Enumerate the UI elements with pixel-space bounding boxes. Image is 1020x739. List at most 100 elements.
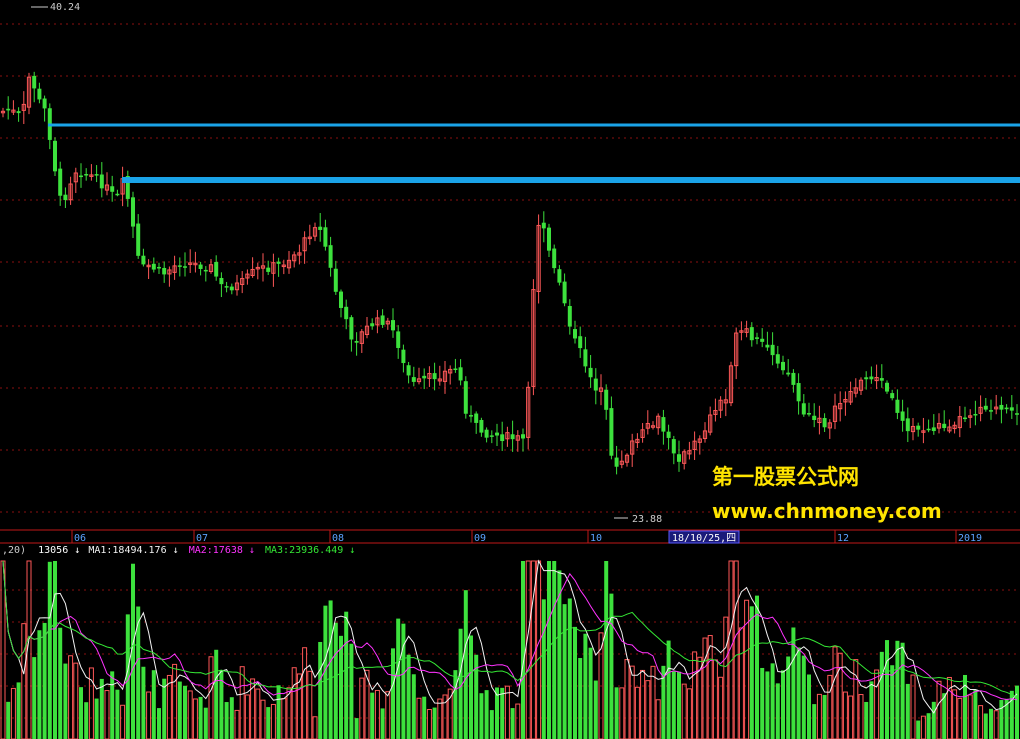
watermark-title: 第一股票公式网 bbox=[712, 465, 859, 489]
volume-bar bbox=[84, 702, 89, 739]
volume-bar bbox=[864, 701, 869, 739]
volume-bar bbox=[765, 671, 770, 739]
candle-body bbox=[219, 277, 224, 285]
volume-bar bbox=[453, 670, 458, 739]
candle-body bbox=[401, 349, 406, 364]
volume-bar bbox=[858, 694, 864, 739]
volume-bar bbox=[120, 704, 126, 739]
month-label: 2019 bbox=[958, 533, 982, 544]
candle-body bbox=[489, 435, 494, 437]
candle-body bbox=[328, 245, 333, 268]
candle-body bbox=[370, 323, 375, 327]
volume-bar bbox=[666, 640, 671, 739]
candle-body bbox=[157, 266, 161, 269]
candle-body bbox=[406, 365, 411, 376]
volume-bar bbox=[16, 682, 21, 739]
volume-bar bbox=[296, 673, 302, 739]
volume-bar bbox=[307, 670, 313, 739]
volume-bar bbox=[525, 560, 531, 739]
candle-body bbox=[588, 367, 593, 378]
month-label: 09 bbox=[474, 533, 486, 544]
volume-bar bbox=[469, 635, 473, 739]
volume-bar bbox=[567, 598, 572, 739]
candle-body bbox=[770, 344, 775, 356]
candle-body bbox=[755, 337, 759, 339]
volume-bar bbox=[999, 700, 1004, 739]
candle-body bbox=[115, 193, 120, 196]
volume-bar bbox=[629, 665, 635, 739]
volume-bar bbox=[952, 689, 958, 739]
candle-body bbox=[614, 457, 619, 467]
volume-bar bbox=[692, 651, 698, 739]
candle-body bbox=[760, 338, 765, 342]
candle-body bbox=[562, 281, 567, 304]
watermark-url: www.chnmoney.com bbox=[712, 499, 942, 523]
candle-body bbox=[318, 226, 323, 230]
volume-bar bbox=[380, 708, 385, 739]
volume-bar bbox=[10, 687, 16, 739]
candle-body bbox=[609, 408, 614, 456]
volume-bar bbox=[619, 687, 625, 739]
volume-bar bbox=[500, 687, 505, 739]
candle-body bbox=[864, 377, 869, 380]
candle-body bbox=[578, 336, 583, 349]
volume-bar bbox=[562, 604, 567, 739]
volume-bar bbox=[333, 622, 338, 739]
candle-body bbox=[916, 425, 921, 430]
volume-bar bbox=[655, 699, 661, 739]
volume-bar bbox=[946, 676, 952, 739]
candle-body bbox=[552, 248, 557, 269]
vol-value-arrow: ↓ bbox=[74, 545, 80, 556]
candle-body bbox=[396, 331, 401, 348]
volume-bar bbox=[229, 697, 234, 739]
candle-body bbox=[796, 383, 801, 402]
candle-body bbox=[1004, 407, 1009, 410]
candle-body bbox=[895, 399, 900, 413]
volume-bar bbox=[936, 680, 942, 739]
volume-bar bbox=[354, 718, 359, 739]
candle-body bbox=[344, 306, 349, 320]
candle-body bbox=[474, 413, 479, 423]
ma1-label: MA1:18494.176 bbox=[88, 545, 166, 556]
volume-bar bbox=[593, 680, 598, 739]
candle-body bbox=[963, 417, 967, 420]
candle-body bbox=[276, 261, 281, 264]
volume-bar bbox=[349, 643, 354, 739]
candle-body bbox=[973, 413, 978, 416]
volume-bar bbox=[437, 698, 443, 739]
candle-body bbox=[890, 393, 895, 399]
volume-header: ,20) 13056 ↓ MA1:18494.176 ↓ MA2:17638 ↓… bbox=[2, 545, 355, 556]
volume-bar bbox=[900, 642, 905, 739]
volume-bar bbox=[957, 697, 963, 739]
candle-body bbox=[989, 410, 993, 412]
candle-body bbox=[183, 266, 187, 268]
candle-body bbox=[79, 175, 83, 178]
month-label: 06 bbox=[74, 533, 86, 544]
volume-bar bbox=[187, 690, 193, 739]
candle-body bbox=[885, 382, 889, 392]
candle-body bbox=[926, 428, 931, 431]
volume-bar bbox=[166, 674, 172, 739]
candle-body bbox=[458, 367, 463, 381]
high-marker: 40.24 bbox=[31, 2, 80, 13]
vol-value: 13056 bbox=[38, 545, 68, 556]
ma1-arrow: ↓ bbox=[173, 545, 179, 556]
month-label: 08 bbox=[332, 533, 344, 544]
candle-body bbox=[666, 431, 671, 438]
candle-body bbox=[983, 405, 988, 410]
volume-bar bbox=[781, 670, 785, 739]
volume-bar bbox=[370, 692, 375, 739]
candle-body bbox=[229, 286, 234, 291]
candle-body bbox=[905, 418, 910, 432]
candle-body bbox=[136, 223, 141, 256]
candle-body bbox=[791, 372, 796, 385]
candle-body bbox=[110, 186, 115, 192]
low-marker: 23.88 bbox=[614, 514, 662, 525]
volume-bar bbox=[885, 640, 889, 739]
volume-bar bbox=[463, 590, 468, 739]
candle-body bbox=[900, 411, 905, 421]
candlestick-chart: 40.24 23.88 06 07 08 09 10 12 2019 18/10/25,四 … bbox=[0, 2, 1020, 739]
volume-bar bbox=[234, 709, 240, 739]
volume-bar bbox=[214, 649, 219, 739]
cursor-date-box[interactable]: 18/10/25,四 bbox=[668, 530, 740, 544]
